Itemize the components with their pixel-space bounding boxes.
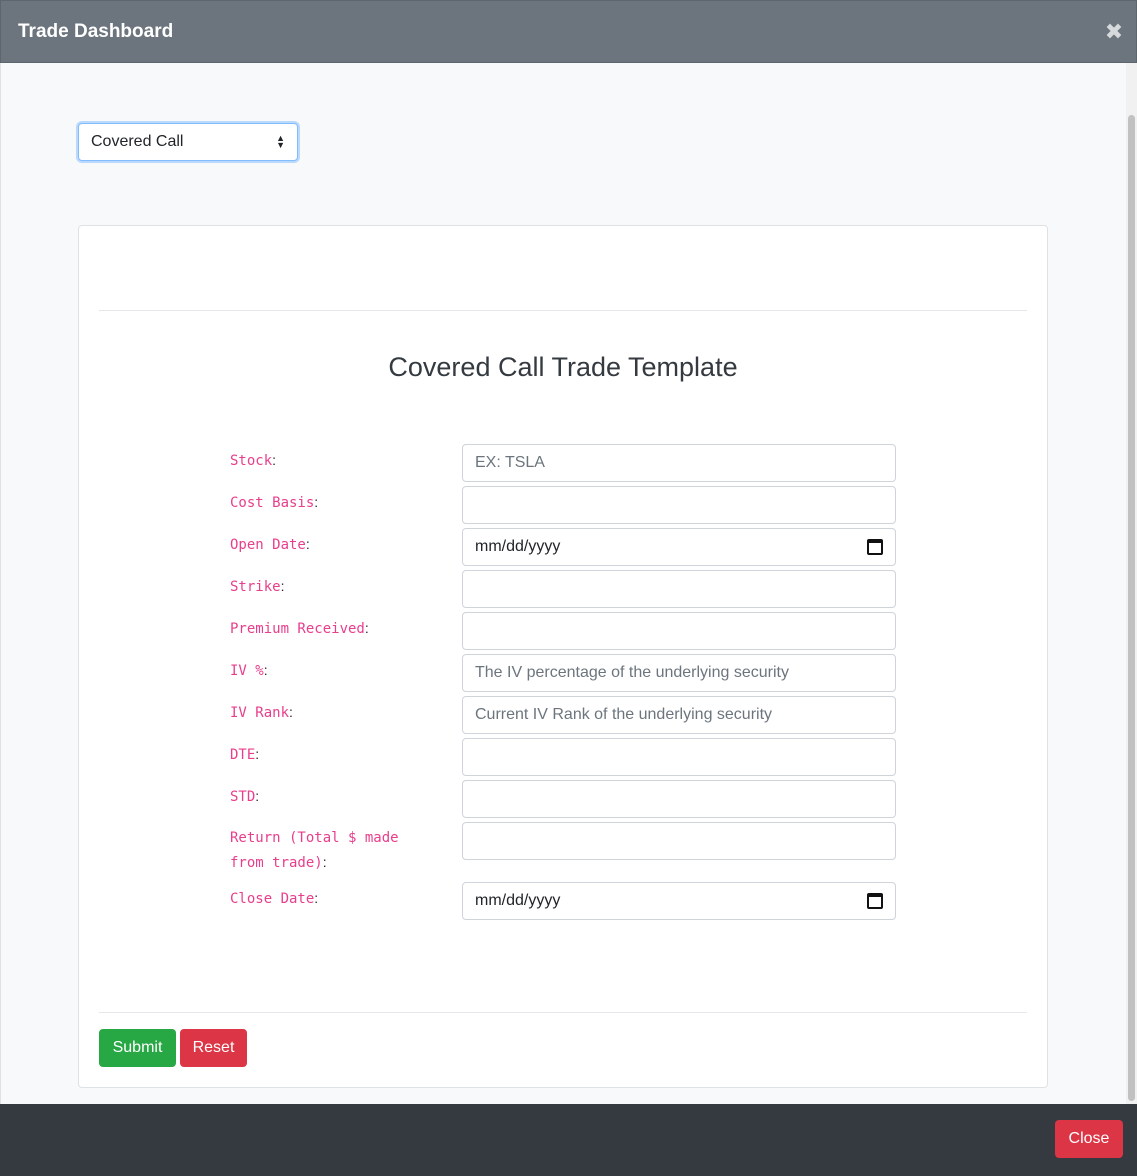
field-label: Strike:	[230, 574, 420, 599]
trade-form-card: Covered Call Trade Template Stock: EX: TS…	[78, 225, 1048, 1088]
field-label-text: Stock	[230, 453, 273, 469]
field-label: DTE:	[230, 742, 420, 767]
date-input[interactable]: mm/dd/yyyy	[462, 882, 896, 920]
label-colon: :	[272, 452, 277, 468]
field-label-text: IV %	[230, 663, 264, 679]
field-label-text: DTE	[230, 747, 256, 763]
label-colon: :	[314, 890, 319, 906]
label-colon: :	[314, 494, 319, 510]
field-label-text: IV Rank	[230, 705, 290, 721]
field-label: Return (Total $ made from trade):	[230, 826, 420, 875]
text-input[interactable]	[462, 738, 896, 776]
submit-button[interactable]: Submit	[99, 1029, 176, 1067]
field-label-text: STD	[230, 789, 256, 805]
field-label-text: Premium Received	[230, 621, 365, 637]
date-input-value: mm/dd/yyyy	[475, 538, 561, 555]
label-colon: :	[364, 620, 369, 636]
input-placeholder: EX: TSLA	[475, 454, 545, 471]
modal-body: Covered Call ▲ ▼ Covered Call Trade Templ…	[0, 63, 1137, 1104]
label-colon: :	[263, 662, 268, 678]
field-label-text: Open Date	[230, 537, 306, 553]
text-input[interactable]: EX: TSLA	[462, 444, 896, 482]
label-colon: :	[255, 788, 260, 804]
field-label: Open Date:	[230, 532, 420, 557]
calendar-icon[interactable]	[867, 539, 883, 555]
field-label: Stock:	[230, 448, 420, 473]
text-input[interactable]	[462, 612, 896, 650]
scrollbar[interactable]	[1126, 63, 1137, 1104]
label-colon: :	[322, 854, 327, 870]
field-label: IV Rank:	[230, 700, 420, 725]
field-label-text: Strike	[230, 579, 281, 595]
field-label: STD:	[230, 784, 420, 809]
text-input[interactable]	[462, 570, 896, 608]
text-input[interactable]	[462, 822, 896, 860]
label-colon: :	[289, 704, 293, 720]
field-label: IV %:	[230, 658, 420, 683]
field-label-text: Cost Basis	[230, 495, 315, 511]
divider-top	[99, 310, 1027, 311]
label-colon: :	[305, 536, 310, 552]
input-placeholder: Current IV Rank of the underlying securi…	[475, 706, 773, 723]
field-label: Cost Basis:	[230, 490, 420, 515]
reset-button[interactable]: Reset	[180, 1029, 247, 1067]
strategy-select[interactable]: Covered Call ▲ ▼	[78, 123, 298, 161]
text-input[interactable]: The IV percentage of the underlying secu…	[462, 654, 896, 692]
modal-title: Trade Dashboard	[18, 20, 174, 42]
text-input[interactable]	[462, 780, 896, 818]
modal-header: Trade Dashboard ✖	[0, 0, 1137, 63]
field-label: Premium Received:	[230, 616, 420, 641]
label-colon: :	[280, 578, 285, 594]
chevron-updown-icon: ▲ ▼	[276, 133, 285, 150]
calendar-icon[interactable]	[867, 893, 883, 909]
label-colon: :	[255, 746, 260, 762]
trade-dashboard-modal: Trade Dashboard ✖ Covered Call ▲ ▼ Covere…	[0, 0, 1137, 1176]
field-label: Close Date:	[230, 886, 420, 911]
field-label-text: Return (Total $ made from trade)	[230, 830, 399, 871]
date-input-value: mm/dd/yyyy	[475, 892, 561, 909]
divider-bottom	[99, 1012, 1027, 1013]
text-input[interactable]: Current IV Rank of the underlying securi…	[462, 696, 896, 734]
field-label-text: Close Date	[230, 891, 315, 907]
modal-footer: Close	[0, 1104, 1137, 1176]
close-button[interactable]: Close	[1055, 1120, 1123, 1158]
input-placeholder: The IV percentage of the underlying secu…	[475, 664, 789, 681]
form-title: Covered Call Trade Template	[388, 352, 738, 382]
close-icon[interactable]: ✖	[1094, 12, 1134, 52]
text-input[interactable]	[462, 486, 896, 524]
strategy-select-value: Covered Call	[91, 133, 184, 150]
scrollbar-thumb[interactable]	[1128, 115, 1135, 1101]
date-input[interactable]: mm/dd/yyyy	[462, 528, 896, 566]
